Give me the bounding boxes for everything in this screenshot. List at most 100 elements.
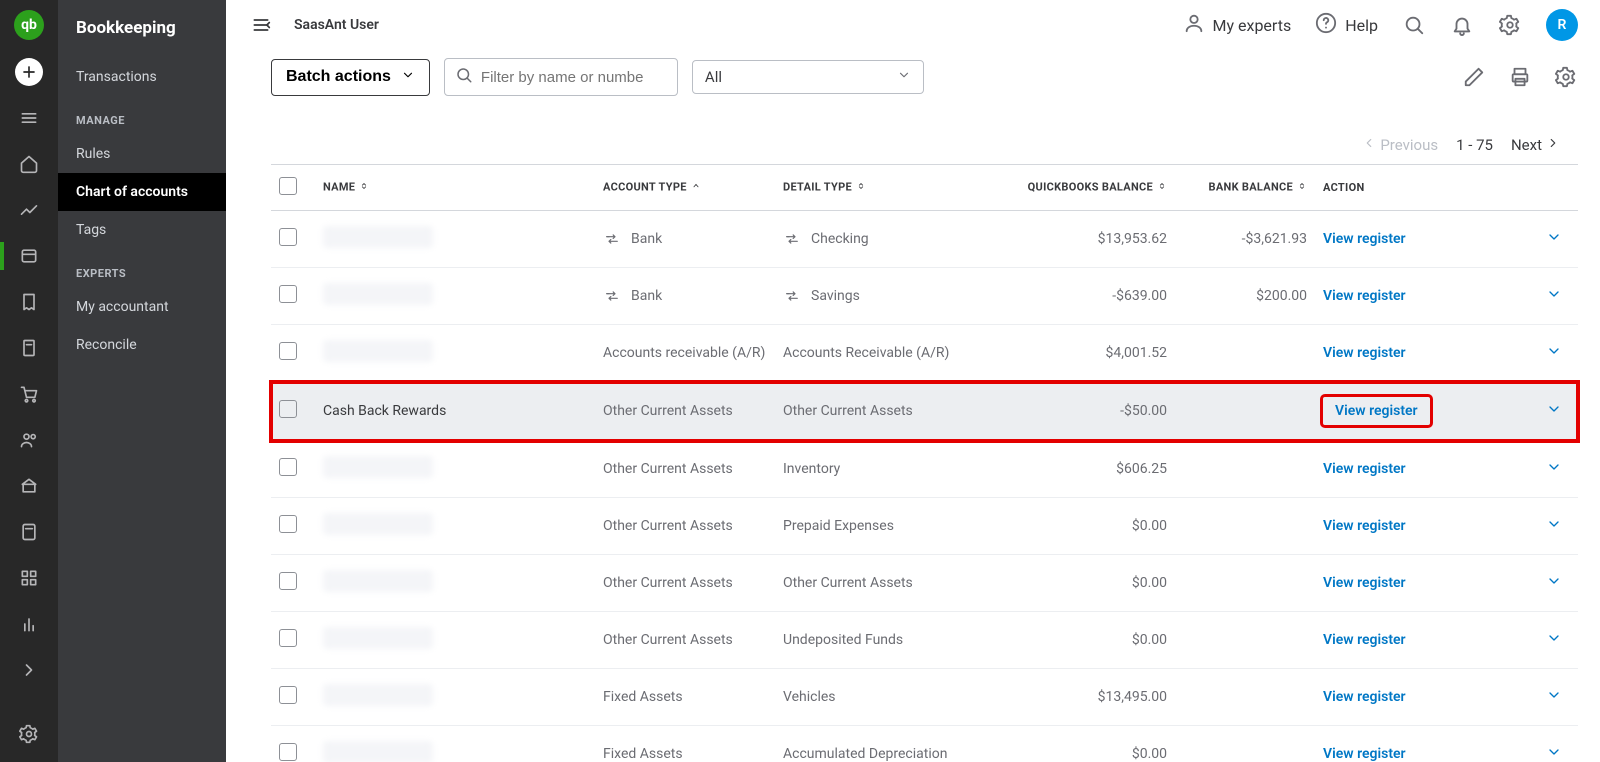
- action-dropdown-icon[interactable]: [1546, 744, 1562, 762]
- my-experts-link[interactable]: My experts: [1183, 12, 1292, 38]
- help-link[interactable]: Help: [1315, 12, 1378, 38]
- row-checkbox[interactable]: [279, 629, 297, 647]
- account-type: Bank: [631, 231, 662, 247]
- search-icon: [455, 66, 473, 88]
- bank-icon[interactable]: [15, 472, 43, 500]
- view-register-link[interactable]: View register: [1323, 345, 1406, 361]
- table-settings-gear-icon[interactable]: [1554, 65, 1578, 89]
- qb-balance: $606.25: [1116, 461, 1167, 477]
- filter-input[interactable]: [481, 69, 667, 86]
- row-checkbox[interactable]: [279, 285, 297, 303]
- col-detail-type: DETAIL TYPE: [775, 165, 995, 211]
- sort-icon[interactable]: [856, 180, 866, 195]
- view-register-link[interactable]: View register: [1323, 288, 1406, 304]
- action-dropdown-icon[interactable]: [1546, 229, 1562, 249]
- view-register-link[interactable]: View register: [1323, 689, 1406, 705]
- sort-icon[interactable]: [1157, 180, 1167, 195]
- qb-balance: $0.00: [1132, 575, 1167, 591]
- view-register-link[interactable]: View register: [1323, 461, 1406, 477]
- filter-input-wrap[interactable]: [444, 58, 678, 96]
- view-register-link[interactable]: View register: [1323, 231, 1406, 247]
- dropdown-value: All: [705, 68, 722, 86]
- sidebar-heading-experts: EXPERTS: [58, 249, 226, 288]
- view-register-link[interactable]: View register: [1323, 746, 1406, 762]
- view-register-link[interactable]: View register: [1323, 632, 1406, 648]
- action-dropdown-icon[interactable]: [1546, 343, 1562, 363]
- blurred-name: [323, 340, 433, 362]
- search-icon[interactable]: [1402, 13, 1426, 37]
- account-type: Other Current Assets: [603, 632, 733, 648]
- invoice-icon[interactable]: [15, 334, 43, 362]
- view-register-link[interactable]: View register: [1323, 575, 1406, 591]
- row-checkbox[interactable]: [279, 572, 297, 590]
- action-dropdown-icon[interactable]: [1546, 286, 1562, 306]
- sidebar-item-tags[interactable]: Tags: [58, 211, 226, 249]
- qb-logo[interactable]: qb: [14, 10, 44, 40]
- insights-icon[interactable]: [15, 610, 43, 638]
- chart-icon[interactable]: [15, 196, 43, 224]
- detail-type: Savings: [811, 288, 860, 304]
- batch-actions-button[interactable]: Batch actions: [271, 59, 430, 96]
- action-dropdown-icon[interactable]: [1546, 687, 1562, 707]
- help-label: Help: [1345, 16, 1378, 35]
- calculator-icon[interactable]: [15, 518, 43, 546]
- prev-label: Previous: [1380, 136, 1438, 154]
- sort-up-icon[interactable]: [691, 180, 701, 195]
- bell-icon[interactable]: [1450, 13, 1474, 37]
- action-dropdown-icon[interactable]: [1546, 573, 1562, 593]
- filter-dropdown[interactable]: All: [692, 60, 924, 94]
- table-row: Other Current AssetsOther Current Assets…: [271, 555, 1578, 612]
- blurred-name: [323, 456, 433, 478]
- apps-icon[interactable]: [15, 564, 43, 592]
- row-checkbox[interactable]: [279, 400, 297, 418]
- main-content: SaasAnt User My experts Help R Batch act…: [226, 0, 1600, 762]
- sidebar-heading-manage: MANAGE: [58, 96, 226, 135]
- view-register-link[interactable]: View register: [1323, 397, 1430, 425]
- home-icon[interactable]: [15, 150, 43, 178]
- row-checkbox[interactable]: [279, 228, 297, 246]
- table-row: Fixed AssetsAccumulated Depreciation$0.0…: [271, 726, 1578, 762]
- pagination-next[interactable]: Next: [1511, 136, 1560, 154]
- action-dropdown-icon[interactable]: [1546, 401, 1562, 421]
- row-checkbox[interactable]: [279, 515, 297, 533]
- qb-balance: -$50.00: [1120, 403, 1167, 419]
- action-dropdown-icon[interactable]: [1546, 459, 1562, 479]
- table-row: Accounts receivable (A/R)Accounts Receiv…: [271, 325, 1578, 382]
- sort-icon[interactable]: [1297, 180, 1307, 195]
- qb-balance: $0.00: [1132, 746, 1167, 762]
- row-checkbox[interactable]: [279, 743, 297, 761]
- detail-type: Prepaid Expenses: [783, 518, 894, 534]
- chevron-down-icon: [401, 68, 415, 87]
- chevron-right-icon: [1546, 136, 1560, 154]
- plus-icon[interactable]: [15, 58, 43, 86]
- cart-icon[interactable]: [15, 380, 43, 408]
- sidebar-item-rules[interactable]: Rules: [58, 135, 226, 173]
- action-dropdown-icon[interactable]: [1546, 630, 1562, 650]
- select-all-checkbox[interactable]: [279, 177, 297, 195]
- settings-gear-icon[interactable]: [15, 720, 43, 748]
- transfer-icon: [603, 289, 621, 303]
- qb-balance: $4,001.52: [1105, 345, 1167, 361]
- detail-type: Other Current Assets: [783, 575, 913, 591]
- row-checkbox[interactable]: [279, 458, 297, 476]
- view-register-link[interactable]: View register: [1323, 518, 1406, 534]
- edit-pencil-icon[interactable]: [1462, 65, 1486, 89]
- sidebar-item-my-accountant[interactable]: My accountant: [58, 288, 226, 326]
- sidebar-item-transactions[interactable]: Transactions: [58, 58, 226, 96]
- people-icon[interactable]: [15, 426, 43, 454]
- sidebar-item-reconcile[interactable]: Reconcile: [58, 326, 226, 364]
- ledger-icon[interactable]: [15, 242, 43, 270]
- row-checkbox[interactable]: [279, 686, 297, 704]
- menu-icon[interactable]: [15, 104, 43, 132]
- collapse-sidebar-icon[interactable]: [248, 13, 274, 37]
- action-dropdown-icon[interactable]: [1546, 516, 1562, 536]
- print-icon[interactable]: [1508, 65, 1532, 89]
- gear-icon[interactable]: [1498, 13, 1522, 37]
- account-type: Accounts receivable (A/R): [603, 345, 765, 361]
- sort-icon[interactable]: [359, 180, 369, 195]
- chevron-right-icon[interactable]: [15, 656, 43, 684]
- sidebar-item-chart-of-accounts[interactable]: Chart of accounts: [58, 173, 226, 211]
- receipt-icon[interactable]: [15, 288, 43, 316]
- avatar[interactable]: R: [1546, 9, 1578, 41]
- row-checkbox[interactable]: [279, 342, 297, 360]
